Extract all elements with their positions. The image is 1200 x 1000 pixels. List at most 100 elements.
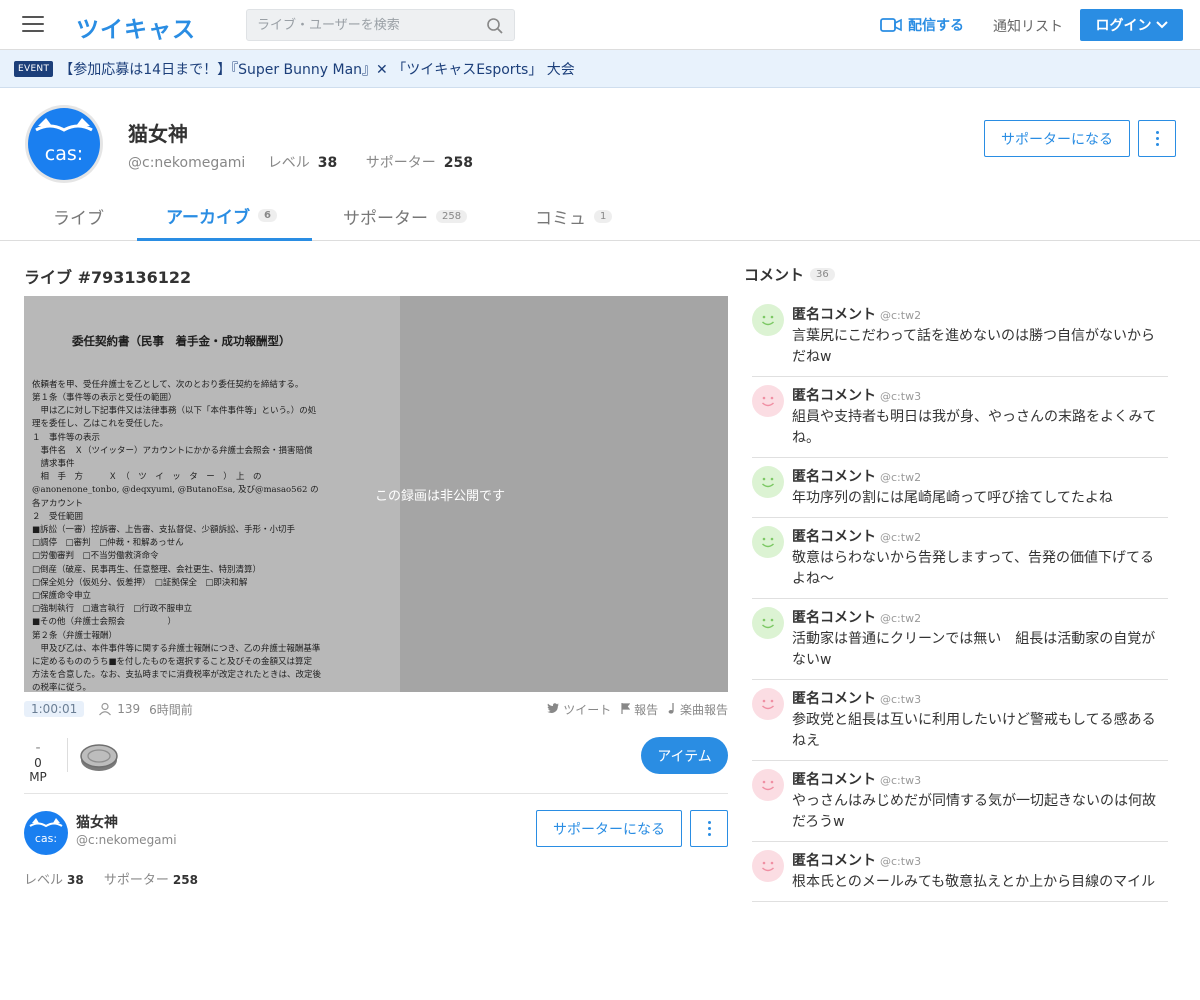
divider xyxy=(24,793,728,794)
level-value: 38 xyxy=(317,155,338,171)
comment-author-id: @c:tw2 xyxy=(880,309,922,322)
comment-text: 参政党と組長は互いに利用したいけど警戒もしてる感あるねえ xyxy=(792,712,1156,749)
mp-label: 0 MP xyxy=(29,756,47,784)
tab-community[interactable]: コミュ 1 xyxy=(535,192,613,241)
comment-text: 年功序列の割には尾崎尾崎って呼び捨てしてたよね xyxy=(792,490,1113,506)
comment-item: 匿名コメント @c:tw2 活動家は普通にクリーンでは無い 組長は活動家の自覚がない… xyxy=(752,599,1168,680)
smile-face-icon[interactable] xyxy=(752,385,784,417)
tab-supporters[interactable]: サポーター 258 xyxy=(343,192,468,241)
event-banner[interactable]: EVENT 【参加応募は14日まで！】『Super Bunny Man』✕ 「ツ… xyxy=(0,50,1200,88)
video-player[interactable]: 委任契約書（民事 着手金・成功報酬型） 依頼者を甲、受任弁護士を乙として、次のと… xyxy=(24,296,728,692)
profile-tabs: ライブ アーカイブ 6 サポーター 258 コミュ 1 xyxy=(0,192,1200,241)
live-title: ライブ #793136122 xyxy=(24,268,192,287)
smile-face-icon[interactable] xyxy=(752,304,784,336)
item-button[interactable]: アイテム xyxy=(641,737,728,774)
top-header: ツイキャス 配信する 通知リスト ログイン xyxy=(0,0,1200,50)
site-logo[interactable]: ツイキャス xyxy=(76,10,196,44)
become-supporter-button[interactable]: サポーターになる xyxy=(536,810,682,847)
comment-author-id: @c:tw3 xyxy=(880,390,922,403)
smile-face-icon[interactable] xyxy=(752,526,784,558)
tab-live[interactable]: ライブ xyxy=(53,192,104,241)
comment-list: 匿名コメント @c:tw2 言葉尻にこだわって話を進めないのは勝つ自信がないからだね… xyxy=(752,296,1168,996)
comment-author-id: @c:tw2 xyxy=(880,531,922,544)
comment-author[interactable]: 匿名コメント @c:tw2 xyxy=(792,526,1168,546)
comment-text: 敬意はらわないから告発しますって、告発の価値下げてるよね〜 xyxy=(792,550,1155,587)
profile-name: 猫女神 xyxy=(128,122,188,146)
avatar[interactable]: cas: xyxy=(24,104,104,184)
time-ago: 6時間前 xyxy=(149,702,193,717)
smile-face-icon[interactable] xyxy=(752,466,784,498)
level-label: レベル xyxy=(267,155,310,171)
comment-text: 組員や支持者も明日は我が身、やっさんの末路をよくみてね。 xyxy=(792,409,1157,446)
tab-archive[interactable]: アーカイブ 6 xyxy=(137,192,312,241)
comments-title: コメント xyxy=(744,266,805,284)
music-report-link[interactable]: 楽曲報告 xyxy=(668,701,728,718)
private-recording-notice: この録画は非公開です xyxy=(374,489,505,504)
mp-counter: - 0 MP xyxy=(24,740,52,784)
comment-item: 匿名コメント @c:tw2 言葉尻にこだわって話を進めないのは勝つ自信がないからだね… xyxy=(752,296,1168,377)
avatar[interactable]: cas: xyxy=(24,811,68,855)
comment-author[interactable]: 匿名コメント @c:tw3 xyxy=(792,850,1168,870)
comment-text: 言葉尻にこだわって話を進めないのは勝つ自信がないからだねw xyxy=(792,328,1156,365)
comment-author[interactable]: 匿名コメント @c:tw3 xyxy=(792,385,1168,405)
comment-author[interactable]: 匿名コメント @c:tw3 xyxy=(792,688,1168,708)
comment-author-id: @c:tw3 xyxy=(880,774,922,787)
comment-author[interactable]: 匿名コメント @c:tw2 xyxy=(792,304,1168,324)
broadcaster-name[interactable]: 猫女神 xyxy=(76,812,118,832)
comment-item: 匿名コメント @c:tw2 敬意はらわないから告発しますって、告発の価値下げてるよね… xyxy=(752,518,1168,599)
broadcast-button[interactable]: 配信する xyxy=(880,15,964,35)
comment-item: 匿名コメント @c:tw3 根本氏とのメールみても敬意払えとか上から目線のマイル xyxy=(752,842,1168,902)
comment-author[interactable]: 匿名コメント @c:tw3 xyxy=(792,769,1168,789)
login-button[interactable]: ログイン xyxy=(1080,9,1183,41)
comment-author[interactable]: 匿名コメント @c:tw2 xyxy=(792,607,1168,627)
video-actions: ツイート 報告 楽曲報告 xyxy=(547,701,728,718)
comment-author-id: @c:tw2 xyxy=(880,612,922,625)
document-title: 委任契約書（民事 着手金・成功報酬型） xyxy=(72,334,291,349)
tweet-link[interactable]: ツイート xyxy=(547,701,611,718)
report-link[interactable]: 報告 xyxy=(621,701,658,718)
broadcaster-handle: @c:nekomegami xyxy=(76,833,177,847)
become-supporter-button[interactable]: サポーターになる xyxy=(984,120,1130,157)
comments-header: コメント 36 xyxy=(744,264,835,285)
comment-author[interactable]: 匿名コメント @c:tw2 xyxy=(792,466,1168,486)
smile-face-icon[interactable] xyxy=(752,769,784,801)
divider xyxy=(67,738,68,772)
mp-dash: - xyxy=(35,740,41,756)
comment-author-id: @c:tw2 xyxy=(880,471,922,484)
comment-author-name: 匿名コメント xyxy=(792,307,876,323)
comment-item: 匿名コメント @c:tw2 年功序列の割には尾崎尾崎って呼び捨てしてたよね xyxy=(752,458,1168,518)
comment-author-id: @c:tw3 xyxy=(880,693,922,706)
tab-label: コミュ xyxy=(535,209,586,229)
smile-face-icon[interactable] xyxy=(752,850,784,882)
search-icon[interactable] xyxy=(486,17,504,35)
comment-author-name: 匿名コメント xyxy=(792,691,876,707)
event-text[interactable]: 【参加応募は14日まで！】『Super Bunny Man』✕ 「ツイキャスEs… xyxy=(59,59,575,79)
comment-author-id: @c:tw3 xyxy=(880,855,922,868)
level-value: 38 xyxy=(67,873,84,887)
more-options-button[interactable] xyxy=(690,810,728,847)
coin-icon[interactable] xyxy=(78,738,120,774)
menu-icon[interactable] xyxy=(22,16,44,34)
supporter-label: サポーター xyxy=(365,155,436,171)
supporter-value: 258 xyxy=(443,155,473,171)
event-badge: EVENT xyxy=(14,60,54,77)
kebab-icon xyxy=(707,821,711,836)
comment-item: 匿名コメント @c:tw3 組員や支持者も明日は我が身、やっさんの末路をよくみてね。 xyxy=(752,377,1168,458)
comment-author-name: 匿名コメント xyxy=(792,610,876,626)
comment-text: やっさんはみじめだが同情する気が一切起きないのは何故だろうw xyxy=(792,793,1156,830)
more-options-button[interactable] xyxy=(1138,120,1176,157)
smile-face-icon[interactable] xyxy=(752,688,784,720)
kebab-icon xyxy=(1155,131,1159,146)
smile-face-icon[interactable] xyxy=(752,607,784,639)
notify-list-link[interactable]: 通知リスト xyxy=(993,16,1063,36)
search-box xyxy=(246,9,515,41)
flag-icon xyxy=(621,702,631,714)
supporter-value: 258 xyxy=(172,873,198,887)
duration-badge: 1:00:01 xyxy=(24,701,85,717)
bird-icon xyxy=(547,702,560,713)
report-label: 報告 xyxy=(634,702,659,717)
tab-label: ライブ xyxy=(53,209,104,229)
comments-count: 36 xyxy=(810,268,835,281)
broadcast-label: 配信する xyxy=(908,18,964,34)
search-input[interactable] xyxy=(247,10,477,40)
